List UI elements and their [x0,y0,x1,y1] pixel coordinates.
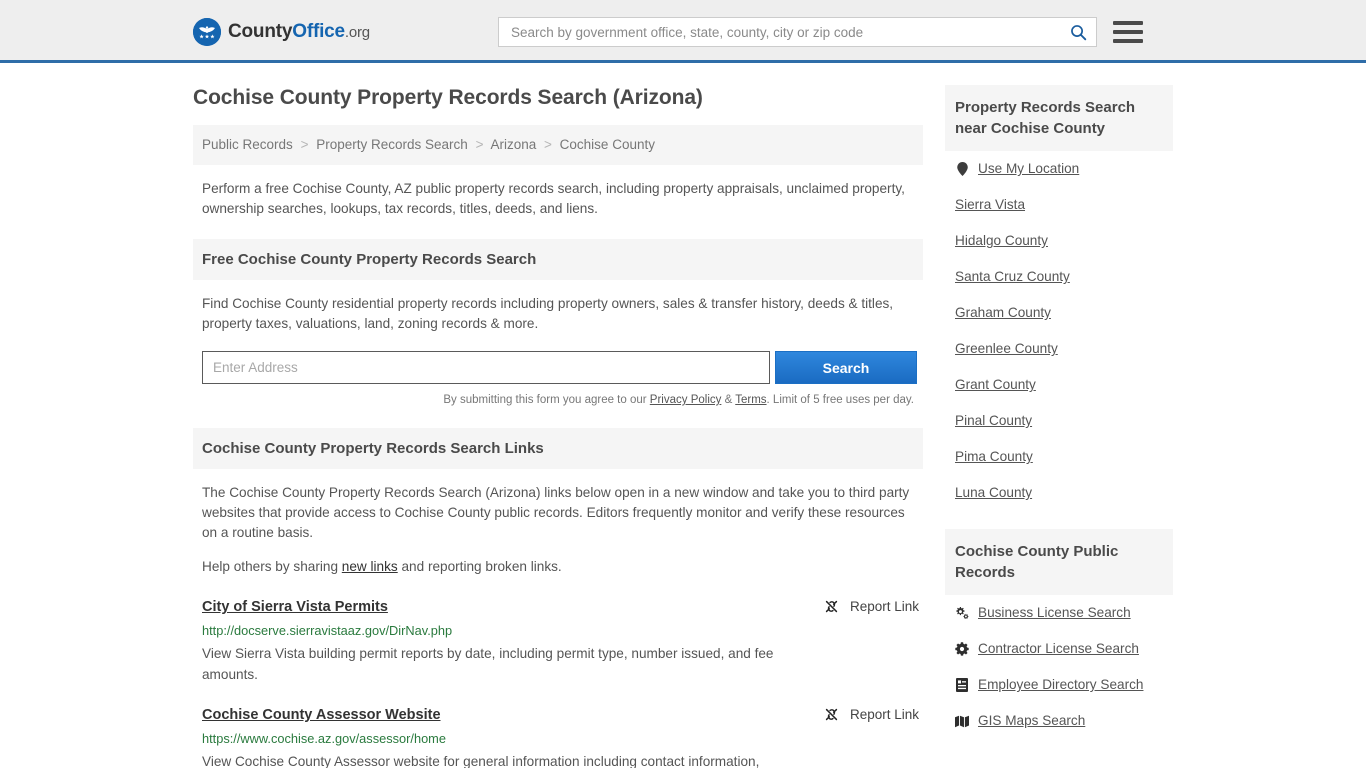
new-links-link[interactable]: new links [342,559,398,574]
link-entry: City of Sierra Vista Permits http://docs… [202,597,923,685]
sidebar-item-greenlee-county[interactable]: Greenlee County [945,331,1173,367]
sidebar-link-use-my-location[interactable]: Use My Location [978,160,1079,178]
report-link-label: Report Link [849,707,919,722]
sidebar-link-santa-cruz-county[interactable]: Santa Cruz County [955,268,1070,286]
sidebar-link-sierra-vista[interactable]: Sierra Vista [955,196,1025,214]
broken-link-icon [825,600,838,613]
help-prefix: Help others by sharing [202,559,342,574]
sidebar-item-sierra-vista[interactable]: Sierra Vista [945,187,1173,223]
disclaimer-suffix: . Limit of 5 free uses per day. [766,394,914,406]
breadcrumb-item-property-records-search[interactable]: Property Records Search [316,137,468,152]
page-title: Cochise County Property Records Search (… [193,86,703,109]
breadcrumb-item-arizona[interactable]: Arizona [490,137,536,152]
sidebar-link-pima-county[interactable]: Pima County [955,448,1033,466]
map-icon [955,715,969,728]
privacy-policy-link[interactable]: Privacy Policy [650,394,722,406]
link-entry-description: View Cochise County Assessor website for… [202,754,760,768]
logo-word-county: County [228,20,293,42]
broken-link-icon [825,708,838,721]
sidebar-item-contractor-license-search[interactable]: Contractor License Search [945,631,1173,667]
disclaimer-prefix: By submitting this form you agree to our [443,394,650,406]
sidebar-item-employee-directory-search[interactable]: Employee Directory Search [945,667,1173,703]
breadcrumb: Public Records > Property Records Search… [193,125,923,165]
hamburger-bar [1113,30,1143,34]
link-entry-title[interactable]: Cochise County Assessor Website [202,705,441,725]
sidebar-link-employee-directory-search[interactable]: Employee Directory Search [978,676,1143,694]
page-container: Cochise County Property Records Search (… [193,63,1173,768]
address-input[interactable] [202,351,770,384]
global-search-input[interactable] [509,19,1066,45]
header-search-area [498,17,1143,47]
hamburger-bar [1113,21,1143,25]
sidebar-item-business-license-search[interactable]: Business License Search [945,595,1173,631]
list-document-icon [955,678,969,692]
breadcrumb-item-cochise-county[interactable]: Cochise County [560,137,655,152]
help-suffix: and reporting broken links. [397,559,562,574]
sidebar-item-luna-county[interactable]: Luna County [945,475,1173,511]
sidebar-item-hidalgo-county[interactable]: Hidalgo County [945,223,1173,259]
link-entry-description: View Sierra Vista building permit report… [202,646,774,682]
address-search-form: Search [202,351,917,384]
main-content-column: Cochise County Property Records Search (… [193,85,923,768]
search-links-heading: Cochise County Property Records Search L… [193,428,923,469]
breadcrumb-item-public-records[interactable]: Public Records [202,137,293,152]
disclaimer-amp: & [721,394,736,406]
sidebar-near-list: Use My Location Sierra Vista Hidalgo Cou… [945,151,1173,511]
search-submit-button[interactable] [1066,20,1090,44]
report-link-button[interactable]: Report Link [823,706,919,723]
link-entry-title[interactable]: City of Sierra Vista Permits [202,597,388,617]
logo-word-office: Office [292,20,345,42]
sidebar-item-grant-county[interactable]: Grant County [945,367,1173,403]
sidebar-link-gis-maps-search[interactable]: GIS Maps Search [978,712,1085,730]
gears-icon [955,606,969,620]
sidebar: Property Records Search near Cochise Cou… [945,85,1173,739]
terms-link[interactable]: Terms [735,394,766,406]
link-entry-url[interactable]: http://docserve.sierravistaaz.gov/DirNav… [202,621,793,641]
link-entry-url[interactable]: https://www.cochise.az.gov/assessor/home [202,729,793,749]
sidebar-link-grant-county[interactable]: Grant County [955,376,1036,394]
free-search-description: Find Cochise County residential property… [202,296,894,331]
global-search-box[interactable] [498,17,1097,47]
sidebar-link-graham-county[interactable]: Graham County [955,304,1051,322]
report-link-button[interactable]: Report Link [823,598,919,615]
sidebar-link-contractor-license-search[interactable]: Contractor License Search [978,640,1139,658]
search-links-paragraph: The Cochise County Property Records Sear… [202,485,910,540]
sidebar-item-use-my-location[interactable]: Use My Location [945,151,1173,187]
hamburger-menu-icon[interactable] [1113,21,1143,43]
sidebar-item-graham-county[interactable]: Graham County [945,295,1173,331]
link-entry: Cochise County Assessor Website https://… [202,705,923,768]
sidebar-link-business-license-search[interactable]: Business License Search [978,604,1131,622]
site-logo-text: CountyOffice.org [228,21,370,43]
report-link-label: Report Link [849,599,919,614]
sidebar-item-santa-cruz-county[interactable]: Santa Cruz County [945,259,1173,295]
hamburger-bar [1113,39,1143,43]
site-header: CountyOffice.org [0,0,1366,63]
sidebar-item-pinal-county[interactable]: Pinal County [945,403,1173,439]
intro-paragraph: Perform a free Cochise County, AZ public… [202,181,905,216]
sidebar-link-pinal-county[interactable]: Pinal County [955,412,1032,430]
form-disclaimer: By submitting this form you agree to our… [193,392,914,408]
logo-word-org: .org [344,23,370,41]
sidebar-item-pima-county[interactable]: Pima County [945,439,1173,475]
sidebar-link-greenlee-county[interactable]: Greenlee County [955,340,1058,358]
breadcrumb-separator: > [300,137,309,152]
search-icon [1070,24,1086,40]
sidebar-near-heading: Property Records Search near Cochise Cou… [945,85,1173,151]
sidebar-public-records-list: Business License Search Contractor Licen… [945,595,1173,739]
sidebar-link-hidalgo-county[interactable]: Hidalgo County [955,232,1048,250]
breadcrumb-separator: > [475,137,484,152]
help-share-paragraph: Help others by sharing new links and rep… [193,557,923,577]
breadcrumb-separator: > [544,137,552,152]
site-logo[interactable]: CountyOffice.org [193,17,370,46]
sidebar-item-gis-maps-search[interactable]: GIS Maps Search [945,703,1173,739]
map-pin-icon [955,162,969,176]
sidebar-link-luna-county[interactable]: Luna County [955,484,1032,502]
sidebar-public-records-block: Cochise County Public Records Business L… [945,529,1173,739]
gear-icon [955,642,969,656]
free-search-heading: Free Cochise County Property Records Sea… [193,239,923,280]
address-search-button[interactable]: Search [775,351,917,384]
countyoffice-eagle-logo-icon [193,17,221,46]
sidebar-public-records-heading: Cochise County Public Records [945,529,1173,595]
